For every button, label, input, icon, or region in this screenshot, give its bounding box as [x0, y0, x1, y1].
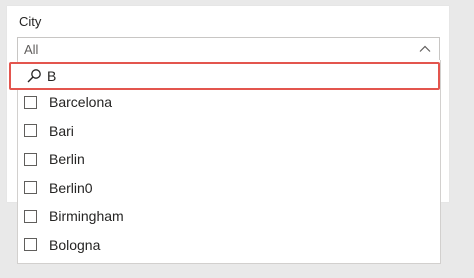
option-label: Birmingham [49, 208, 124, 225]
search-icon [27, 69, 41, 83]
list-item[interactable]: Barcelona [24, 88, 434, 117]
dropdown-selected-value: All [24, 42, 39, 57]
slicer-title: City [19, 14, 42, 29]
city-dropdown[interactable]: All [17, 37, 440, 61]
list-item[interactable]: Bologna [24, 231, 434, 260]
list-item[interactable]: Bari [24, 117, 434, 146]
checkbox[interactable] [24, 95, 37, 109]
checkbox[interactable] [24, 209, 37, 223]
option-label: Berlin [49, 151, 85, 168]
list-item[interactable]: Berlin [24, 145, 434, 174]
checkbox[interactable] [24, 181, 37, 195]
options-list: Barcelona Bari Berlin Berlin0 Birmingham… [24, 88, 434, 259]
checkbox[interactable] [24, 152, 37, 166]
option-label: Berlin0 [49, 179, 93, 196]
chevron-up-icon[interactable] [419, 43, 431, 55]
checkbox[interactable] [24, 124, 37, 138]
search-box[interactable] [9, 62, 440, 90]
list-item[interactable]: Birmingham [24, 202, 434, 231]
list-item[interactable]: Berlin0 [24, 174, 434, 203]
option-label: Barcelona [49, 94, 113, 111]
option-label: Bari [49, 122, 74, 139]
search-input[interactable] [47, 67, 427, 85]
option-label: Bologna [49, 236, 101, 253]
checkbox[interactable] [24, 238, 37, 252]
